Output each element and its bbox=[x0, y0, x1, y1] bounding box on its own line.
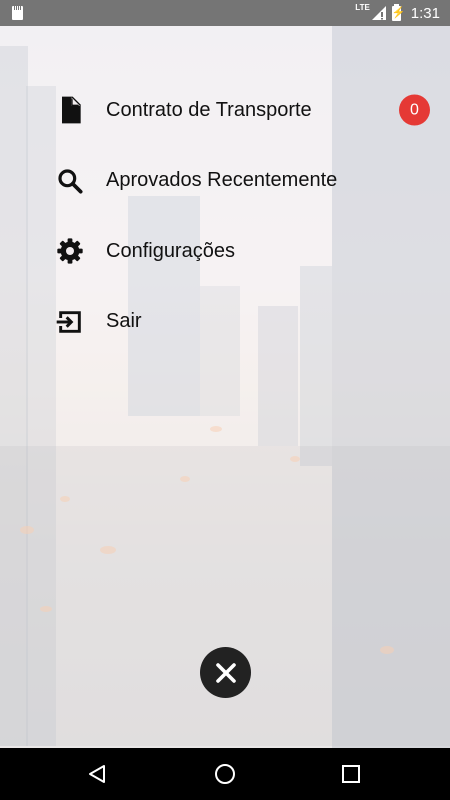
count-badge: 0 bbox=[399, 94, 430, 126]
menu-item-contrato-de-transporte[interactable]: Contrato de Transporte 0 bbox=[0, 75, 450, 146]
menu-item-label: Contrato de Transporte bbox=[106, 98, 312, 121]
menu-item-label: Configurações bbox=[106, 239, 235, 262]
drawer-menu: Contrato de Transporte 0 Aprovados Recen… bbox=[0, 75, 450, 357]
signal-icon bbox=[371, 6, 386, 20]
navigation-bar bbox=[0, 748, 450, 800]
menu-item-sair[interactable]: Sair bbox=[0, 287, 450, 358]
exit-icon bbox=[56, 310, 81, 333]
document-icon bbox=[62, 96, 81, 124]
recents-icon[interactable] bbox=[339, 762, 363, 786]
menu-item-label: Aprovados Recentemente bbox=[106, 169, 338, 192]
menu-item-aprovados-recentemente[interactable]: Aprovados Recentemente bbox=[0, 146, 450, 217]
back-icon[interactable] bbox=[86, 762, 110, 786]
network-type: LTE bbox=[355, 3, 370, 12]
search-icon bbox=[58, 169, 83, 194]
battery-charging-icon: ⚡ bbox=[391, 3, 406, 21]
clock: 1:31 bbox=[410, 4, 440, 22]
close-menu-button[interactable] bbox=[200, 647, 251, 698]
menu-item-configuracoes[interactable]: Configurações bbox=[0, 216, 450, 287]
status-bar: LTE ⚡ 1:31 bbox=[0, 0, 450, 26]
menu-item-label: Sair bbox=[106, 310, 142, 333]
gear-icon bbox=[57, 238, 83, 264]
sd-card-icon bbox=[12, 6, 23, 20]
close-icon bbox=[215, 662, 236, 683]
home-icon[interactable] bbox=[213, 762, 237, 786]
